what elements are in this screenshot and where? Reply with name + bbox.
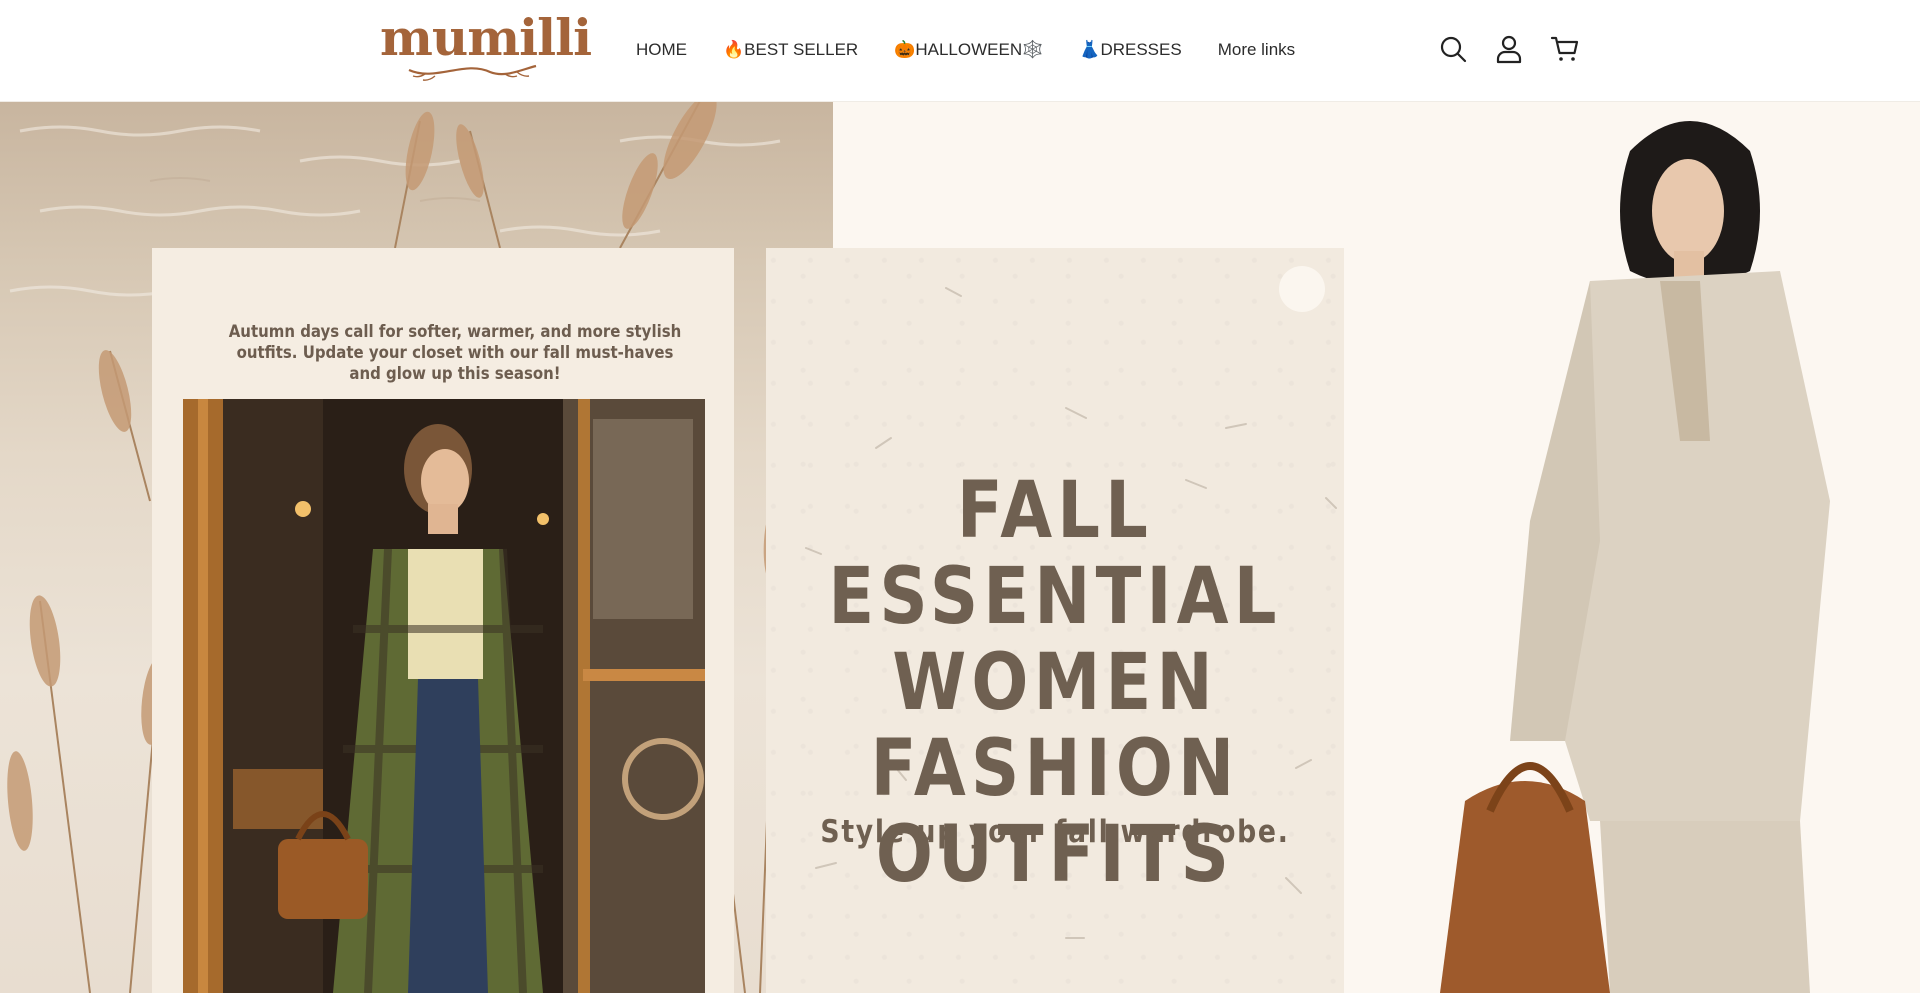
header-actions: [1438, 34, 1580, 64]
logo-swash-icon: [408, 64, 537, 81]
nav-item-more-links[interactable]: More links: [1218, 38, 1295, 62]
model-plaid-coat-photo[interactable]: [183, 399, 705, 993]
search-icon[interactable]: [1438, 34, 1468, 64]
main-nav: HOME 🔥BEST SELLER 🎃HALLOWEEN🕸️ 👗DRESSES …: [636, 38, 1295, 62]
hero-banner[interactable]: Autumn days call for softer, warmer, and…: [0, 101, 1920, 993]
nav-item-halloween[interactable]: 🎃HALLOWEEN🕸️: [894, 38, 1043, 62]
model-linen-suit-photo[interactable]: [1330, 101, 1920, 993]
headline-card: FALL ESSENTIAL WOMEN FASHION OUTFITS Sty…: [766, 248, 1344, 993]
headline-line-1: FALL ESSENTIAL: [828, 466, 1282, 642]
model-plaid-coat-illustration: [183, 399, 705, 993]
decorative-circle: [1279, 266, 1325, 312]
promo-description: Autumn days call for softer, warmer, and…: [228, 322, 682, 384]
headline-line-2: WOMEN FASHION: [870, 638, 1240, 814]
nav-item-home[interactable]: HOME: [636, 38, 687, 62]
site-header: mumilli HOME 🔥BEST SELLER 🎃HALLOWEEN🕸️ 👗…: [0, 0, 1920, 102]
cart-icon[interactable]: [1550, 34, 1580, 64]
account-icon[interactable]: [1494, 34, 1524, 64]
logo-wordmark: mumilli: [380, 8, 592, 67]
brand-logo[interactable]: mumilli: [380, 8, 592, 84]
nav-item-dresses[interactable]: 👗DRESSES: [1079, 38, 1181, 62]
nav-item-best-seller[interactable]: 🔥BEST SELLER: [723, 38, 858, 62]
hero-subheadline: Style up your fall wardrobe.: [820, 814, 1290, 850]
